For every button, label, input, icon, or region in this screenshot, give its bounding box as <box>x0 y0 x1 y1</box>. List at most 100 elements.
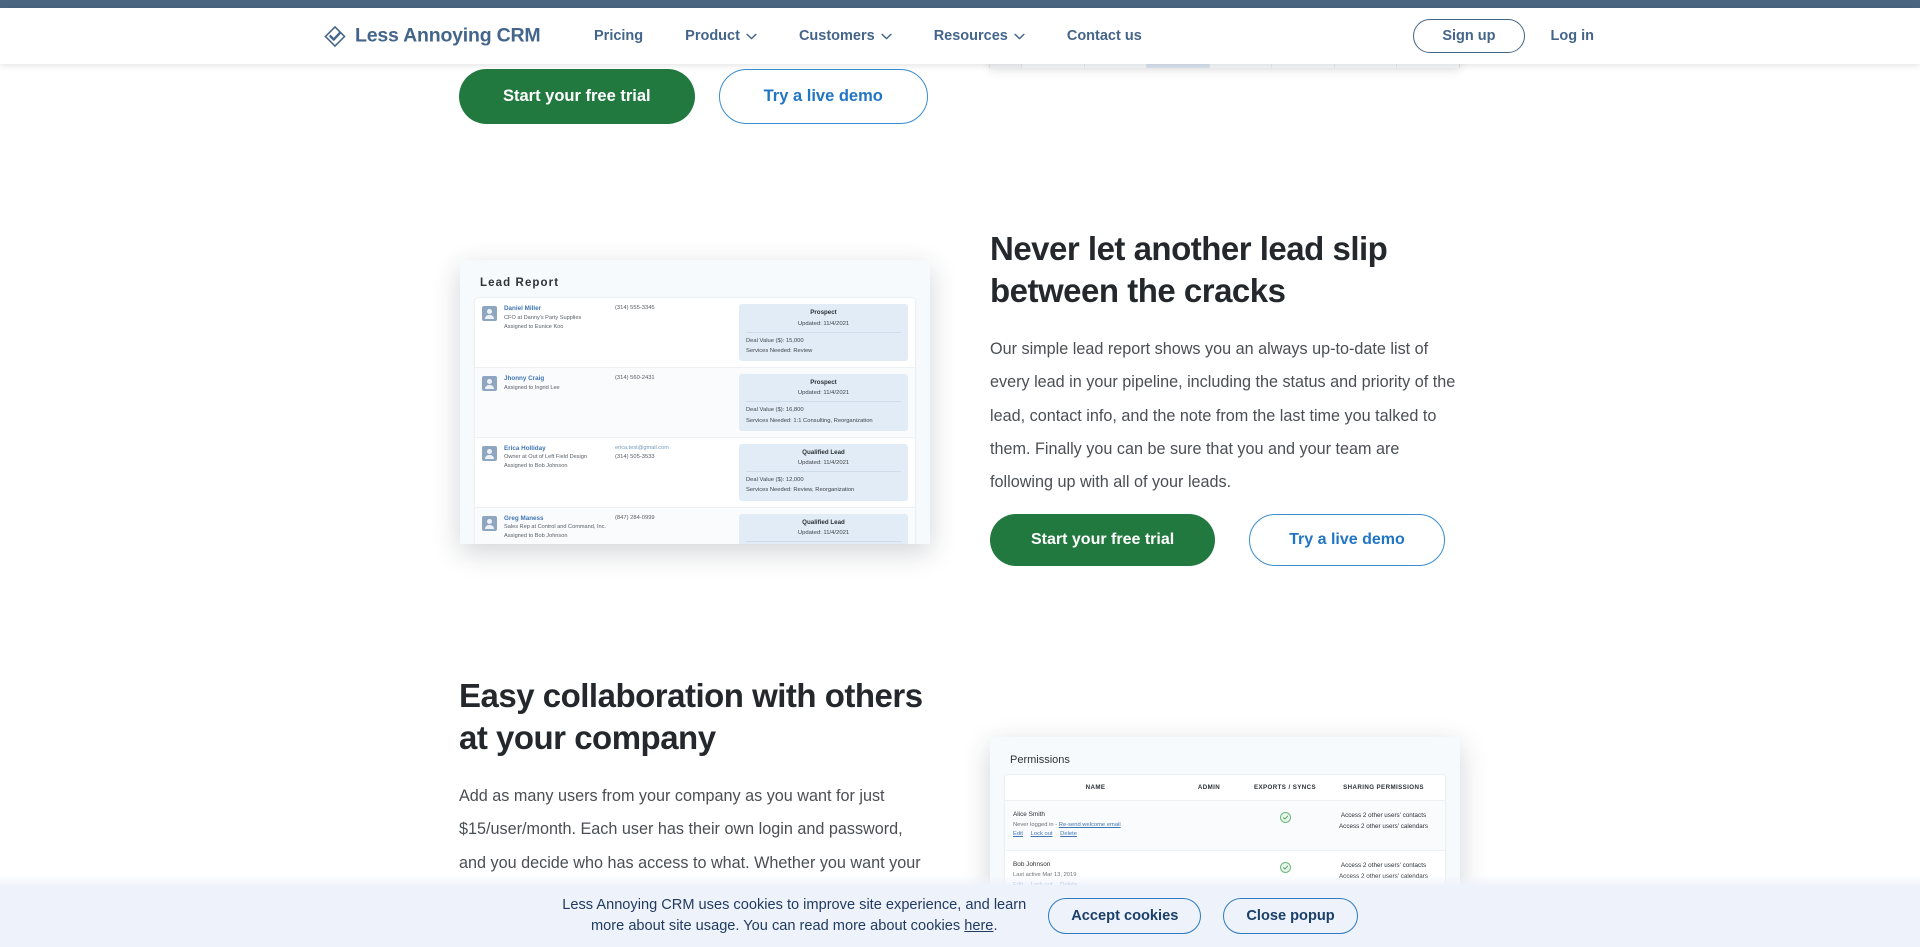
lead-contact: (847) 284-0999 <box>615 514 735 523</box>
person-avatar-icon <box>482 445 497 461</box>
lead-contact: (314) 555-3345 <box>615 304 735 313</box>
lead-phone: (314) 560-2431 <box>615 374 655 381</box>
lead-role: CFO at Danny's Party Supplies <box>504 314 582 321</box>
nav-item-customers[interactable]: Customers <box>778 22 913 50</box>
lead-name: Greg Maness <box>504 514 544 522</box>
lead-deal-value: Deal Value ($): 12,000 <box>746 477 804 484</box>
sign-up-button[interactable]: Sign up <box>1413 19 1525 53</box>
lead-status: Qualified Lead <box>802 518 845 526</box>
lead-updated: Updated: 11/4/2021 <box>746 388 901 403</box>
exports-syncs-cell <box>1240 860 1330 874</box>
chevron-down-icon <box>881 33 892 39</box>
log-in-link[interactable]: Log in <box>1545 20 1601 52</box>
cookie-text-line1: Less Annoying CRM uses cookies to improv… <box>562 897 1027 914</box>
lead-identity: Jhonny Craig Assigned to Ingrid Lee <box>497 374 615 393</box>
lead-identity: Erica Holliday Owner at Out of Left Fiel… <box>497 444 615 472</box>
lead-contact: erica.test@gmail.com (314) 505-3533 <box>615 444 735 462</box>
main-navigation: Less Annoying CRM Pricing Product Custom… <box>0 8 1920 64</box>
column-header-admin: ADMIN <box>1197 784 1221 791</box>
lead-status-box: Prospect Updated: 11/4/2021 Deal Value (… <box>739 304 908 361</box>
permissions-table-header: NAME ADMIN EXPORTS / SYNCS SHARING PERMI… <box>1005 775 1445 801</box>
lead-try-live-demo-button[interactable]: Try a live demo <box>1249 514 1445 566</box>
sharing-line: Access 2 other users' calendars <box>1338 873 1429 881</box>
lead-section-heading: Never let another lead slip between the … <box>990 230 1388 309</box>
resend-welcome-email-link[interactable]: Re-send welcome email <box>1059 822 1121 828</box>
lead-contact: (314) 560-2431 <box>615 374 735 383</box>
person-avatar-icon <box>482 515 497 531</box>
column-header-exports-syncs: EXPORTS / SYNCS <box>1253 784 1317 791</box>
lead-status-box: Qualified Lead Updated: 11/4/2021 Deal V… <box>739 443 908 501</box>
lead-updated: Updated: 11/4/2021 <box>746 319 901 333</box>
lead-row: Jhonny Craig Assigned to Ingrid Lee (314… <box>475 367 915 438</box>
top-accent-strip <box>0 0 1920 8</box>
lead-row: Erica Holliday Owner at Out of Left Fiel… <box>475 438 915 508</box>
lead-section-text: Never let another lead slip between the … <box>990 228 1460 499</box>
cookie-policy-link[interactable]: here <box>964 918 993 934</box>
lead-services: Services Needed: 1:1 Consulting, Reorgan… <box>746 417 873 424</box>
lead-status-box: Prospect Updated: 11/4/2021 Deal Value (… <box>739 373 908 431</box>
cookie-banner-fade <box>0 875 1920 885</box>
lead-email: erica.test@gmail.com <box>615 444 669 451</box>
nav-item-label: Customers <box>798 28 875 44</box>
cookie-banner-text: Less Annoying CRM uses cookies to improv… <box>562 895 1026 936</box>
lead-assigned: Assigned to Bob Johnson <box>504 533 568 540</box>
person-avatar-icon <box>482 375 497 391</box>
lead-status: Prospect <box>810 378 837 386</box>
cookie-text-line2: more about site usage. You can read more… <box>591 918 965 934</box>
permissions-table: NAME ADMIN EXPORTS / SYNCS SHARING PERMI… <box>1004 774 1446 903</box>
nav-item-contact-us[interactable]: Contact us <box>1046 22 1163 50</box>
lead-name: Daniel Miller <box>504 305 542 312</box>
lead-services: Services Needed: Review, Reorganization <box>746 487 855 494</box>
lead-name: Erica Holliday <box>504 444 546 452</box>
cookie-consent-banner: Less Annoying CRM uses cookies to improv… <box>0 885 1920 947</box>
lead-phone: (314) 505-3533 <box>615 453 655 460</box>
column-header-sharing-permissions: SHARING PERMISSIONS <box>1343 784 1424 791</box>
edit-link[interactable]: Edit <box>1013 831 1023 837</box>
lead-start-free-trial-button[interactable]: Start your free trial <box>990 514 1216 566</box>
user-status: Never logged in - Re-send welcome email <box>1013 821 1178 831</box>
nav-item-label: Contact us <box>1066 28 1142 44</box>
brand-name: Less Annoying CRM <box>355 24 541 47</box>
nav-links: Pricing Product Customers Resources Cont… <box>573 22 1163 50</box>
landing-page: Start your free trial Try a live demo Le… <box>0 0 1920 947</box>
lead-updated: Updated: 11/4/2021 <box>746 528 901 543</box>
sharing-permissions-cell: Access 2 other users' contacts Access 2 … <box>1330 810 1437 832</box>
sharing-line: Access 2 other users' contacts <box>1340 862 1427 870</box>
permissions-title: Permissions <box>1010 754 1070 766</box>
hero-try-live-demo-button[interactable]: Try a live demo <box>718 69 928 124</box>
lead-report-title: Lead Report <box>480 277 560 289</box>
person-avatar-icon <box>482 306 497 321</box>
hero-cta-group: Start your free trial Try a live demo <box>459 69 928 124</box>
close-popup-button[interactable]: Close popup <box>1223 898 1358 934</box>
nav-item-label: Resources <box>933 28 1008 44</box>
diamond-check-logo-icon <box>324 25 346 47</box>
nav-item-product[interactable]: Product <box>664 22 778 50</box>
user-name: Alice Smith <box>1013 811 1045 818</box>
cookie-text-period: . <box>993 918 998 934</box>
lock-out-link[interactable]: Lock out <box>1031 831 1053 837</box>
check-circle-icon <box>1279 812 1291 823</box>
user-row-actions: Edit Lock out Delete <box>1013 830 1178 840</box>
collaboration-section-heading: Easy collaboration with others at your c… <box>459 677 923 756</box>
lead-status-box: Qualified Lead Updated: 11/4/2021 Deal V… <box>739 513 908 544</box>
nav-item-pricing[interactable]: Pricing <box>573 22 664 50</box>
table-row: Alice Smith Never logged in - Re-send we… <box>1005 801 1445 852</box>
lead-status: Prospect <box>810 309 837 316</box>
delete-link[interactable]: Delete <box>1060 831 1077 837</box>
lead-role: Sales Rep at Control and Command, Inc. <box>504 524 606 531</box>
sharing-permissions-cell: Access 2 other users' contacts Access 2 … <box>1330 860 1437 882</box>
lead-identity: Greg Maness Sales Rep at Control and Com… <box>497 514 615 542</box>
user-name: Bob Johnson <box>1013 861 1051 869</box>
lead-report-list: Daniel Miller CFO at Danny's Party Suppl… <box>474 297 916 544</box>
user-status-text: Never logged in - <box>1013 821 1059 828</box>
lead-assigned: Assigned to Ingrid Lee <box>504 384 560 391</box>
lead-services: Services Needed: Review <box>746 347 813 354</box>
nav-item-resources[interactable]: Resources <box>913 22 1046 50</box>
hero-start-free-trial-button[interactable]: Start your free trial <box>459 69 695 124</box>
lead-row: Daniel Miller CFO at Danny's Party Suppl… <box>475 298 915 368</box>
accept-cookies-button[interactable]: Accept cookies <box>1048 898 1202 934</box>
lead-deal-value: Deal Value ($): 15,000 <box>746 337 804 344</box>
nav-item-label: Product <box>685 28 740 44</box>
brand-logo-link[interactable]: Less Annoying CRM <box>324 24 541 48</box>
lead-assigned: Assigned to Bob Johnson <box>504 463 568 470</box>
